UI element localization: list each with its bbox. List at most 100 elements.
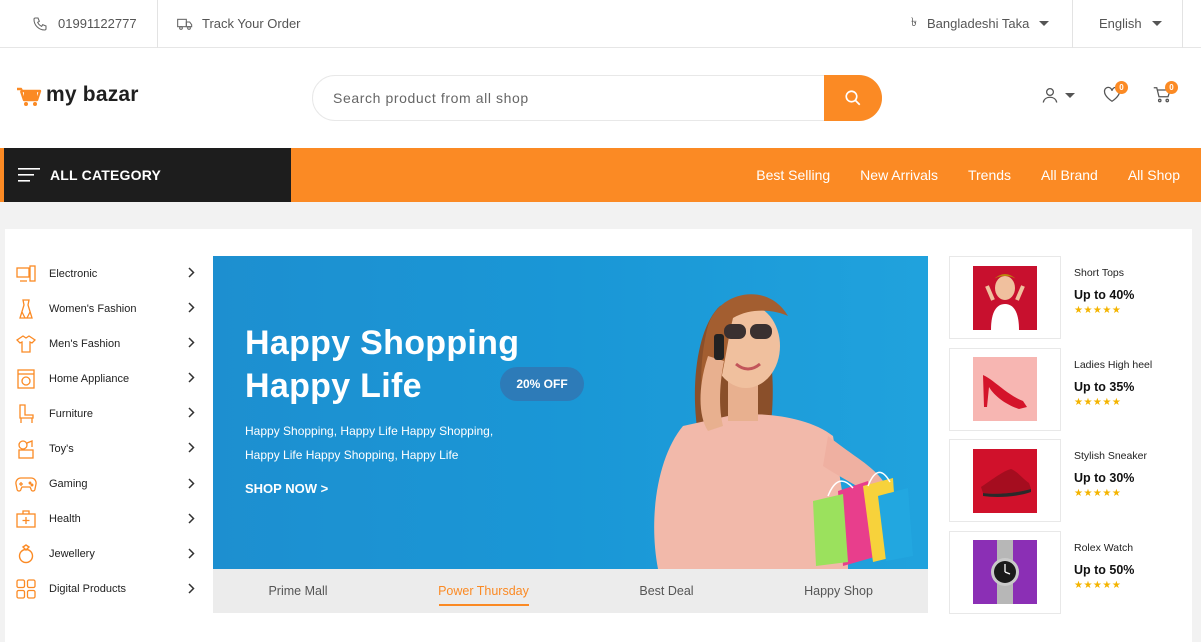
- short-tops-image: [973, 265, 1037, 330]
- category-label: Health: [49, 513, 81, 526]
- chevron-right-icon: [188, 478, 195, 489]
- category-item-digital-products[interactable]: Digital Products: [15, 572, 195, 607]
- category-label: Toy's: [49, 443, 74, 456]
- category-label: Home Appliance: [49, 372, 130, 385]
- promo-info: Ladies High heel Up to 35% ★★★★★: [1074, 359, 1152, 408]
- category-item-health[interactable]: Health: [15, 502, 195, 537]
- ring-icon: [15, 543, 37, 565]
- search-button[interactable]: [824, 75, 882, 121]
- logo-text-bazar: bazar: [82, 83, 139, 106]
- nav-link-best-selling[interactable]: Best Selling: [756, 167, 830, 183]
- watch-image: [973, 540, 1037, 605]
- chevron-down-icon: [1151, 21, 1162, 26]
- taka-icon: ৳: [911, 14, 917, 29]
- gamepad-icon: [15, 473, 37, 495]
- chevron-right-icon: [188, 583, 195, 594]
- category-item-womens-fashion[interactable]: Women's Fashion: [15, 291, 195, 326]
- category-item-gaming[interactable]: Gaming: [15, 467, 195, 502]
- wishlist-count-badge: 0: [1115, 81, 1128, 94]
- wishlist-button[interactable]: 0: [1103, 81, 1128, 103]
- washing-machine-icon: [15, 368, 37, 390]
- all-category-label: ALL CATEGORY: [50, 167, 162, 183]
- cart-button[interactable]: 0: [1153, 81, 1178, 103]
- promo-card[interactable]: Ladies High heel Up to 35% ★★★★★: [948, 347, 1183, 440]
- promo-info: Stylish Sneaker Up to 30% ★★★★★: [1074, 450, 1147, 499]
- chevron-right-icon: [188, 267, 195, 278]
- promo-card[interactable]: Short Tops Up to 40% ★★★★★: [948, 256, 1183, 348]
- truck-icon: [177, 18, 193, 30]
- category-list: Electronic Women's Fashion Men's Fashion…: [15, 256, 195, 607]
- promo-deal: Up to 30%: [1074, 471, 1135, 486]
- phone-contact[interactable]: 01991122777: [32, 0, 137, 47]
- logo-text: my bazar: [46, 83, 139, 107]
- category-label: Men's Fashion: [49, 337, 121, 350]
- tab-power-thursday[interactable]: Power Thursday: [383, 569, 584, 613]
- category-label: Jewellery: [49, 548, 95, 561]
- first-aid-icon: [15, 508, 37, 530]
- grid-icon: [15, 578, 37, 600]
- promo-card[interactable]: Rolex Watch Up to 50% ★★★★★: [948, 530, 1183, 623]
- main-content: Electronic Women's Fashion Men's Fashion…: [5, 229, 1192, 642]
- star-rating: ★★★★★: [1074, 579, 1122, 591]
- nav-links: Best Selling New Arrivals Trends All Bra…: [726, 148, 1180, 202]
- chair-icon: [15, 403, 37, 425]
- chevron-down-icon: [1065, 92, 1075, 98]
- nav-link-all-brand[interactable]: All Brand: [1041, 167, 1098, 183]
- search-bar: [312, 75, 882, 121]
- tab-happy-shop[interactable]: Happy Shop: [749, 569, 928, 613]
- nav-link-new-arrivals[interactable]: New Arrivals: [860, 167, 938, 183]
- promo-name: Short Tops: [1074, 267, 1125, 279]
- toy-icon: [15, 438, 37, 460]
- category-label: Electronic: [49, 267, 98, 280]
- star-rating: ★★★★★: [1074, 305, 1122, 316]
- hero-banner[interactable]: Happy Shopping Happy Life 20% OFF Happy …: [213, 256, 928, 569]
- promo-deal: Up to 35%: [1074, 379, 1135, 394]
- tab-best-deal[interactable]: Best Deal: [584, 569, 749, 613]
- promo-info: Rolex Watch Up to 50% ★★★★★: [1074, 542, 1134, 591]
- product-image: [949, 347, 1061, 431]
- nav-link-trends[interactable]: Trends: [968, 167, 1011, 183]
- promo-name: Stylish Sneaker: [1074, 450, 1147, 463]
- dress-icon: [15, 298, 37, 320]
- chevron-down-icon: [1039, 21, 1050, 26]
- phone-number: 01991122777: [58, 16, 137, 31]
- category-item-mens-fashion[interactable]: Men's Fashion: [15, 326, 195, 361]
- promo-card[interactable]: Stylish Sneaker Up to 30% ★★★★★: [948, 439, 1183, 531]
- chevron-right-icon: [188, 302, 195, 313]
- main-nav: ALL CATEGORY Best Selling New Arrivals T…: [0, 148, 1201, 202]
- side-promos: Short Tops Up to 40% ★★★★★ Ladies High h…: [948, 256, 1183, 622]
- divider: [1182, 0, 1183, 48]
- banner-model-image: [654, 294, 913, 569]
- divider: [1072, 0, 1073, 48]
- user-icon: [1042, 87, 1058, 103]
- phone-icon: [33, 16, 47, 31]
- category-label: Women's Fashion: [49, 302, 137, 315]
- product-image: [949, 439, 1061, 523]
- all-category-button[interactable]: ALL CATEGORY: [4, 148, 291, 202]
- header: my bazar 0 0: [0, 48, 1201, 148]
- cart-count-badge: 0: [1165, 81, 1178, 94]
- shop-now-button[interactable]: SHOP NOW >: [245, 481, 328, 496]
- category-label: Furniture: [49, 407, 94, 420]
- promo-deal: Up to 40%: [1074, 288, 1135, 302]
- menu-icon: [18, 168, 40, 182]
- currency-selector[interactable]: ৳ Bangladeshi Taka: [911, 0, 1050, 47]
- category-item-jewellery[interactable]: Jewellery: [15, 537, 195, 572]
- category-item-electronic[interactable]: Electronic: [15, 256, 195, 291]
- track-order-link[interactable]: Track Your Order: [177, 0, 301, 47]
- category-item-toys[interactable]: Toy's: [15, 431, 195, 466]
- divider: [157, 0, 158, 48]
- search-input[interactable]: [333, 76, 813, 120]
- banner-title-line-1: Happy Shopping: [245, 324, 520, 362]
- promo-tabs: Prime Mall Power Thursday Best Deal Happ…: [213, 569, 928, 613]
- category-item-home-appliance[interactable]: Home Appliance: [15, 361, 195, 396]
- category-label: Gaming: [49, 478, 88, 491]
- product-image: [949, 256, 1061, 339]
- category-item-furniture[interactable]: Furniture: [15, 396, 195, 431]
- nav-link-all-shop[interactable]: All Shop: [1128, 167, 1180, 183]
- logo[interactable]: my bazar: [16, 83, 139, 107]
- language-selector[interactable]: English: [1099, 0, 1162, 47]
- tab-prime-mall[interactable]: Prime Mall: [213, 569, 383, 613]
- search-icon: [845, 90, 861, 106]
- account-menu[interactable]: [1041, 86, 1075, 104]
